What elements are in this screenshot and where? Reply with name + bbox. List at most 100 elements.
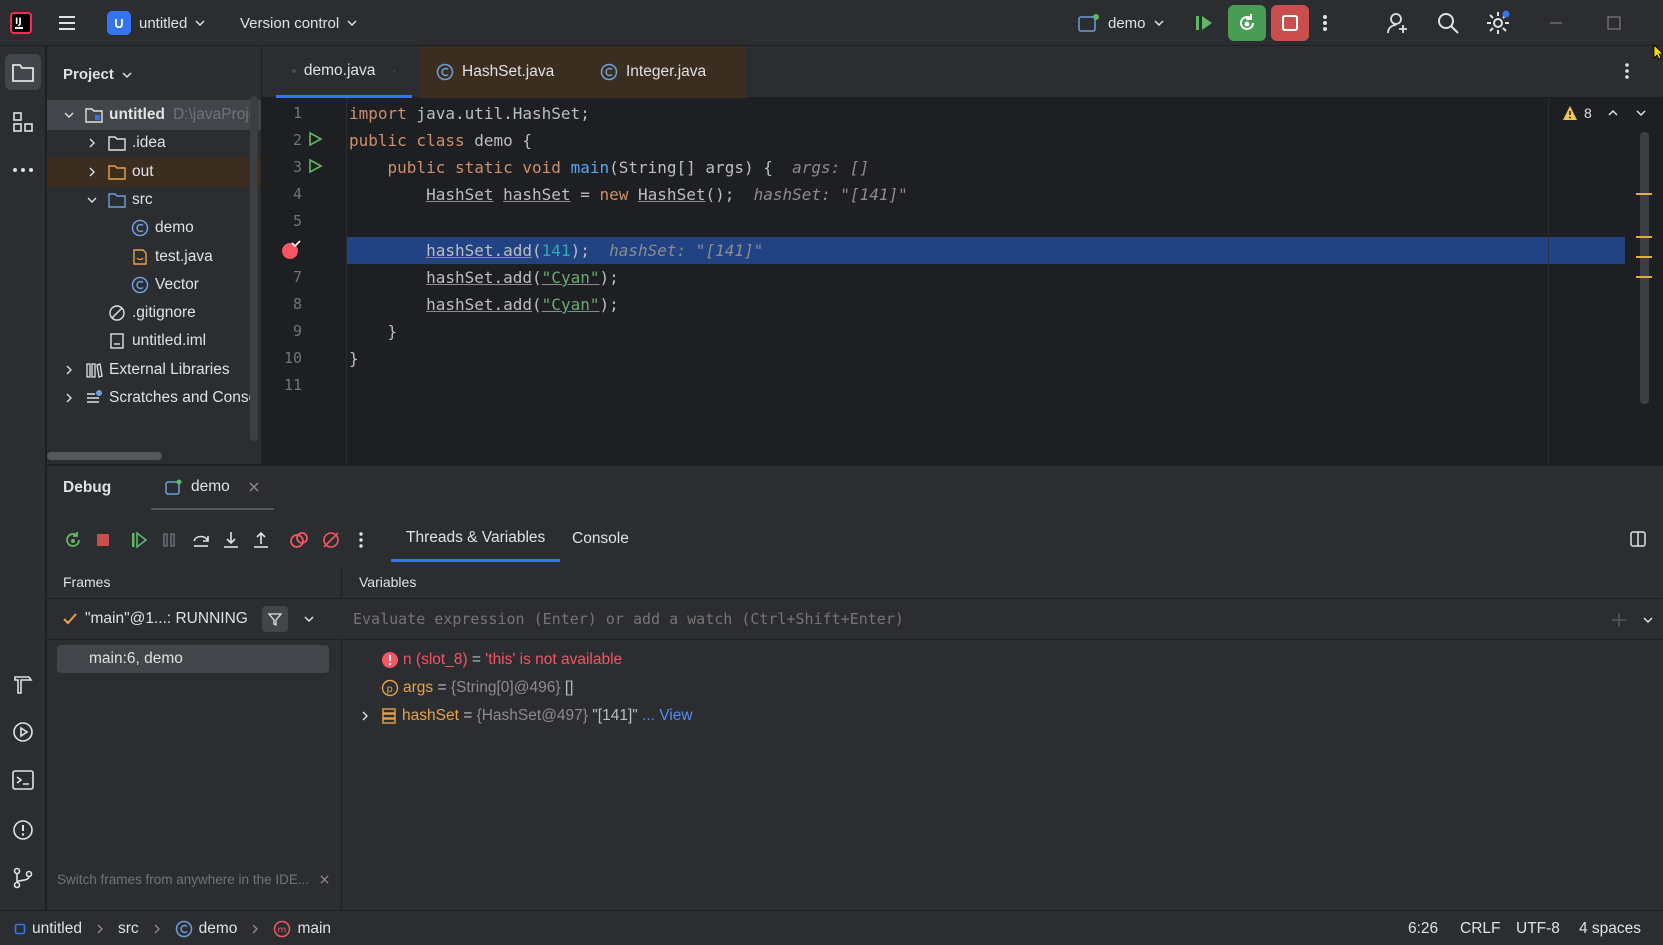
tree-item[interactable]: .gitignore [47, 298, 261, 328]
minimize-window-icon[interactable] [1548, 0, 1564, 46]
pause-icon[interactable] [155, 526, 183, 554]
chevron-down-icon[interactable] [84, 192, 100, 208]
run-gutter-icon[interactable] [307, 158, 323, 174]
tree-item[interactable]: src [47, 185, 261, 215]
stop-button[interactable] [1271, 0, 1309, 46]
evaluate-expression-input[interactable] [353, 605, 1513, 633]
run-config-selector[interactable]: demo [1078, 0, 1166, 46]
problems-tool-button[interactable] [5, 812, 41, 848]
tree-item[interactable]: test.java [47, 242, 261, 272]
resume-icon[interactable] [125, 526, 153, 554]
maximize-window-icon[interactable] [1606, 0, 1622, 46]
thread-selector[interactable]: "main"@1...: RUNNING [47, 598, 342, 640]
tree-item[interactable]: demo [47, 213, 261, 243]
file-encoding[interactable]: UTF-8 [1516, 911, 1560, 945]
evaluate-bar [343, 598, 1663, 640]
tree-item[interactable]: Vector [47, 270, 261, 300]
terminal-tool-button[interactable] [5, 762, 41, 798]
chevron-right-icon[interactable] [84, 135, 100, 151]
tree-item-label: src [132, 190, 153, 208]
warning-marker[interactable] [1636, 276, 1652, 278]
line-number: 3 [292, 158, 302, 176]
step-over-icon[interactable] [187, 526, 215, 554]
tree-item[interactable]: Scratches and Conso [47, 383, 261, 413]
warning-marker[interactable] [1636, 193, 1652, 195]
resume-run-button[interactable] [1185, 0, 1223, 46]
code-line-10: } [349, 349, 359, 368]
tree-item[interactable]: .idea [47, 128, 261, 158]
tab-threads-variables[interactable]: Threads & Variables [391, 516, 561, 562]
tab-hashset-java[interactable]: HashSet.java [420, 46, 584, 98]
run-gutter-icon[interactable] [307, 131, 323, 147]
step-out-icon[interactable] [247, 526, 275, 554]
chevron-down-icon [347, 20, 357, 27]
tab-console[interactable]: Console [557, 516, 644, 562]
breadcrumb-project[interactable]: untitled [32, 920, 82, 938]
build-tool-button[interactable] [5, 666, 41, 702]
view-link[interactable]: ... View [638, 707, 693, 725]
layout-settings-icon[interactable] [1629, 530, 1647, 548]
breakpoint-icon[interactable] [281, 240, 301, 260]
main-menu-icon[interactable] [56, 0, 78, 46]
chevron-right-icon[interactable] [61, 362, 77, 378]
chevron-right-icon[interactable] [61, 390, 77, 406]
app-config-icon [165, 479, 182, 495]
tree-item[interactable]: External Libraries [47, 355, 261, 385]
version-control-widget[interactable]: Version control [240, 0, 359, 46]
project-badge: U [107, 11, 131, 35]
editor-vertical-scrollbar[interactable] [1640, 132, 1649, 404]
chevron-down-icon[interactable] [61, 107, 77, 123]
filter-icon[interactable] [261, 606, 288, 632]
tree-item-label: Scratches and Conso [109, 389, 258, 406]
chevron-right-icon[interactable] [84, 164, 100, 180]
tab-demo-java[interactable]: demo.java [276, 46, 412, 98]
debug-session-tab[interactable]: demo [151, 466, 274, 510]
title-bar: IJ U untitled Version control demo [0, 0, 1663, 46]
stop-icon[interactable] [89, 526, 117, 554]
inspection-widget[interactable]: 8 [1562, 105, 1648, 121]
tab-options-icon[interactable] [1622, 60, 1632, 82]
view-breakpoints-icon[interactable] [285, 526, 313, 554]
search-icon[interactable] [1436, 0, 1460, 46]
variable-row-hashset[interactable]: hashSet = {HashSet@497} "[141]" ... View [359, 702, 693, 730]
warning-marker[interactable] [1636, 236, 1652, 238]
tree-item[interactable]: untitled.iml [47, 326, 261, 356]
variable-row-error[interactable]: n (slot_8) = 'this' is not available [381, 646, 622, 674]
project-tool-button[interactable] [5, 54, 41, 90]
horizontal-scrollbar[interactable] [47, 452, 162, 460]
tree-item[interactable]: out [47, 156, 261, 187]
rerun-debug-button[interactable] [1228, 0, 1266, 46]
java-class-icon [600, 63, 618, 81]
code-line-6: hashSet.add(141); hashSet: "[141]" [426, 241, 764, 260]
chevron-down-icon [122, 71, 132, 78]
more-icon[interactable] [347, 526, 375, 554]
rerun-icon[interactable] [59, 526, 87, 554]
tree-item[interactable]: untitled D:\javaProje [47, 100, 261, 130]
stack-frame-item[interactable]: main:6, demo [57, 645, 329, 673]
settings-gear-icon[interactable] [1485, 0, 1511, 46]
structure-tool-button[interactable] [5, 104, 41, 140]
caret-position[interactable]: 6:26 [1408, 911, 1438, 945]
git-tool-button[interactable] [5, 860, 41, 896]
variable-value: 'this' is not available [485, 651, 623, 668]
breadcrumb-class[interactable]: demo [199, 920, 238, 938]
line-separator[interactable]: CRLF [1460, 911, 1500, 945]
mute-breakpoints-icon[interactable] [317, 526, 345, 554]
more-actions-icon[interactable] [1320, 0, 1330, 46]
step-into-icon[interactable] [217, 526, 245, 554]
project-panel-title: Project [63, 66, 114, 83]
vertical-scrollbar[interactable] [250, 96, 258, 441]
frames-pane: Frames "main"@1...: RUNNING main:6, demo… [47, 566, 342, 911]
variable-row-args[interactable]: p args = {String[0]@496} [] [381, 674, 573, 702]
project-view-selector[interactable]: Project [63, 66, 134, 83]
breadcrumb-method[interactable]: main [297, 920, 331, 938]
services-tool-button[interactable] [5, 714, 41, 750]
tab-integer-java[interactable]: Integer.java [584, 46, 746, 98]
warning-marker[interactable] [1636, 256, 1652, 258]
more-tools-icon[interactable] [5, 152, 41, 188]
editor-tabs: demo.java HashSet.java Integer.java [262, 46, 1663, 98]
project-widget[interactable]: U untitled [107, 0, 207, 46]
indent-setting[interactable]: 4 spaces [1579, 911, 1641, 945]
code-with-me-icon[interactable] [1386, 0, 1410, 46]
breadcrumb-src[interactable]: src [118, 920, 139, 938]
